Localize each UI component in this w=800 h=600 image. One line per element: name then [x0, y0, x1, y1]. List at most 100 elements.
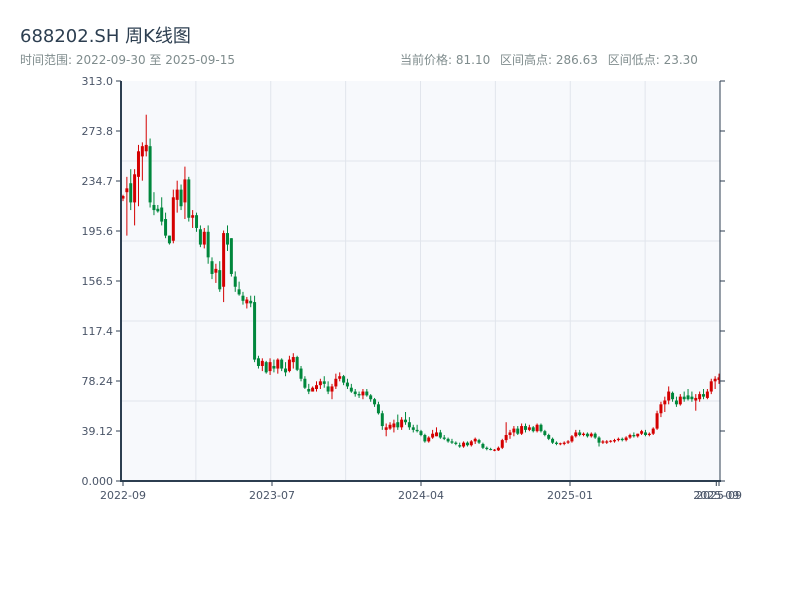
candle-body: [392, 423, 396, 428]
candle-body: [264, 362, 268, 373]
candle-body: [423, 434, 427, 442]
y-tick-label: 117.4: [82, 325, 114, 338]
y-tick-label: 234.7: [82, 175, 114, 188]
candle-body: [380, 413, 384, 427]
candle-body: [431, 433, 435, 438]
candle-body: [500, 440, 504, 448]
candle-body: [253, 302, 257, 360]
candle-body: [686, 395, 690, 400]
candle-body: [206, 231, 210, 258]
candle-body: [396, 422, 400, 428]
candle-body: [152, 204, 156, 211]
candle-body: [268, 362, 272, 372]
candle-body: [539, 424, 543, 432]
candle-body: [520, 426, 524, 434]
y-tick-label: 78.24: [82, 375, 114, 388]
candle-body: [632, 434, 636, 437]
candle-body: [446, 438, 450, 442]
candle-body: [640, 431, 644, 434]
candle-body: [218, 270, 222, 290]
candle-body: [531, 427, 535, 432]
candle-body: [144, 144, 148, 152]
candle-body: [148, 146, 152, 203]
candle-body: [345, 382, 349, 387]
candle-body: [136, 151, 140, 177]
candle-body: [280, 359, 284, 369]
candle-body: [353, 391, 357, 395]
candle-body: [523, 426, 527, 430]
y-tick-label: 195.6: [82, 225, 114, 238]
x-tick-label: 2022-09: [100, 489, 146, 502]
y-tick-label: 156.5: [82, 275, 114, 288]
candle-body: [361, 391, 365, 396]
candle-body: [566, 441, 570, 443]
candle-body: [164, 219, 168, 236]
candle-body: [485, 447, 489, 450]
candle-body: [365, 391, 369, 396]
candle-body: [512, 428, 516, 433]
candle-body: [489, 449, 493, 451]
candle-body: [202, 231, 206, 245]
candle-body: [593, 433, 597, 438]
candle-body: [643, 432, 647, 435]
candle-body: [171, 197, 175, 241]
candle-body: [222, 233, 226, 287]
candle-body: [284, 368, 288, 373]
candle-body: [330, 386, 334, 392]
candle-body: [384, 427, 388, 430]
candle-body: [191, 215, 195, 218]
candle-body: [458, 445, 462, 447]
candle-body: [156, 208, 160, 212]
candle-body: [694, 397, 698, 401]
candle-body: [543, 431, 547, 435]
candle-body: [245, 299, 249, 304]
x-tick-label: 2023-07: [249, 489, 295, 502]
candle-body: [651, 428, 655, 434]
candle-body: [616, 438, 620, 441]
candle-body: [256, 358, 260, 366]
candle-body: [179, 189, 183, 207]
candle-body: [322, 381, 326, 384]
candle-body: [295, 357, 299, 370]
candle-body: [620, 438, 624, 441]
candle-body: [636, 433, 640, 437]
candle-body: [373, 399, 377, 405]
candle-body: [667, 391, 671, 401]
candle-body: [133, 174, 137, 203]
candle-body: [562, 442, 566, 444]
candle-body: [508, 432, 512, 435]
candle-body: [334, 378, 338, 387]
candle-body: [198, 229, 202, 245]
candle-body: [659, 404, 663, 414]
candle-body: [585, 433, 589, 437]
candle-body: [713, 378, 717, 382]
candle-body: [338, 376, 342, 379]
candle-body: [473, 438, 477, 442]
candle-body: [160, 207, 164, 222]
candle-body: [551, 438, 555, 443]
candle-body: [183, 179, 187, 203]
candle-body: [195, 215, 199, 228]
candle-body: [415, 429, 419, 432]
candle-body: [175, 189, 179, 200]
candle-body: [671, 392, 675, 400]
candle-body: [349, 387, 353, 392]
candle-body: [303, 378, 307, 388]
candle-body: [326, 386, 330, 392]
x-tick-label: 2025-01: [547, 489, 593, 502]
candle-body: [535, 424, 539, 432]
candle-body: [496, 447, 500, 451]
candle-body: [450, 441, 454, 443]
candlestick-chart: 0.000 39.12 78.24 117.4 156.5 195.6 234.7 273.8…: [82, 75, 742, 502]
candle-body: [140, 146, 144, 157]
candle-body: [438, 432, 442, 438]
candle-body: [369, 395, 373, 400]
candle-body: [477, 440, 481, 443]
x-tick-label: 2024-04: [398, 489, 444, 502]
candle-body: [570, 436, 574, 442]
candle-body: [291, 357, 295, 363]
x-tick-label: 2025-09: [696, 489, 742, 502]
candle-body: [682, 396, 686, 400]
candle-body: [554, 442, 558, 444]
candle-body: [357, 394, 361, 396]
